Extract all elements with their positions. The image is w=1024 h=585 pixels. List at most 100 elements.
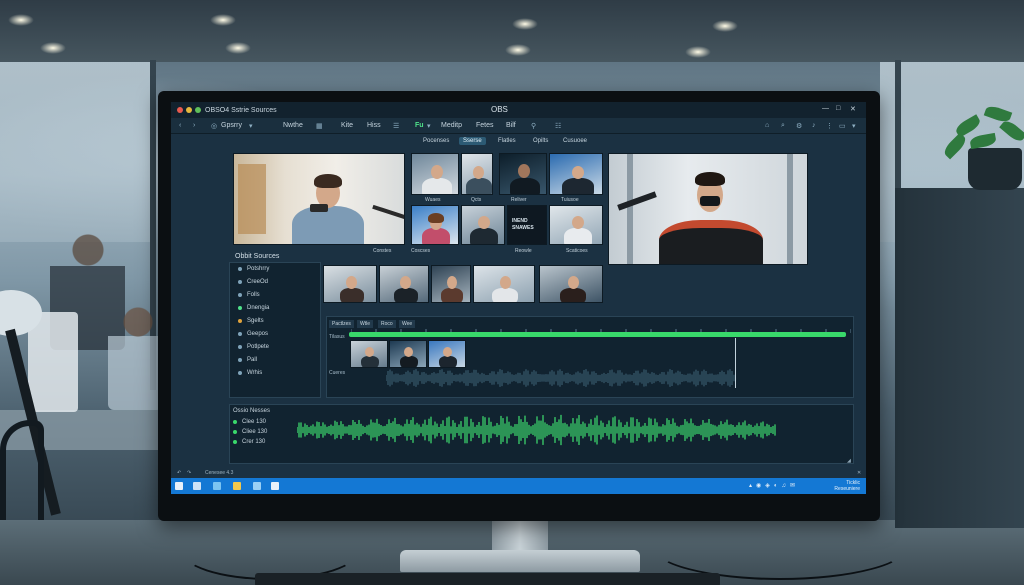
chevron-down-icon[interactable]: ▾ bbox=[427, 122, 431, 130]
source-item-label: Potlpete bbox=[247, 344, 270, 350]
panel-icon[interactable]: ▭ bbox=[839, 122, 846, 130]
channel-dot bbox=[233, 440, 237, 444]
person-torso bbox=[422, 178, 452, 194]
gear-icon[interactable]: ⚙ bbox=[796, 122, 802, 130]
clip-thumbnail[interactable] bbox=[389, 340, 427, 368]
scene-thumbnail[interactable] bbox=[549, 153, 603, 195]
settings-icon[interactable]: ☷ bbox=[555, 122, 561, 130]
ceiling-light bbox=[712, 20, 738, 32]
source-item[interactable]: Wrhis bbox=[238, 370, 262, 376]
person-head bbox=[404, 347, 413, 357]
thumbnail-caption: Tuiusoe bbox=[561, 197, 579, 203]
menu-item[interactable]: Bilf bbox=[506, 122, 516, 129]
source-thumbnail[interactable] bbox=[323, 265, 377, 303]
tray-clock[interactable]: Ticklic Reseuniere bbox=[834, 480, 860, 492]
ceiling-light bbox=[512, 18, 538, 30]
maximize-button[interactable]: □ bbox=[836, 105, 840, 112]
minimize-dot-icon[interactable] bbox=[186, 107, 192, 113]
channel-dot bbox=[233, 430, 237, 434]
maximize-dot-icon[interactable] bbox=[195, 107, 201, 113]
cabinet bbox=[895, 188, 1024, 528]
tab-scene[interactable]: Cusuoee bbox=[563, 138, 587, 144]
menu-item[interactable]: Nwthe bbox=[283, 122, 303, 129]
scene-thumbnail[interactable] bbox=[499, 153, 547, 195]
source-thumbnail[interactable] bbox=[431, 265, 471, 303]
scene-thumbnail[interactable] bbox=[549, 205, 603, 245]
wand-icon[interactable]: ⚲ bbox=[531, 122, 536, 130]
person-hair bbox=[428, 213, 444, 223]
chevron-down-icon[interactable]: ▾ bbox=[852, 122, 856, 130]
scene-thumbnail[interactable] bbox=[461, 153, 493, 195]
bell-icon[interactable]: ♪ bbox=[812, 122, 816, 129]
corner-arrow-icon[interactable]: ◢ bbox=[847, 458, 851, 464]
folder-icon[interactable] bbox=[233, 482, 241, 490]
source-item[interactable]: Dnengia bbox=[238, 305, 269, 311]
person-head bbox=[572, 216, 584, 229]
list-icon[interactable]: ☰ bbox=[393, 122, 399, 130]
source-item[interactable]: Geepos bbox=[238, 331, 268, 337]
source-type-icon bbox=[238, 267, 242, 271]
app-icon[interactable] bbox=[213, 482, 221, 490]
redo-icon[interactable]: ↷ bbox=[187, 470, 191, 476]
preview-main[interactable] bbox=[233, 153, 405, 245]
source-thumbnail[interactable] bbox=[379, 265, 429, 303]
undo-icon[interactable]: ↶ bbox=[177, 470, 181, 476]
audio-track-waveform[interactable] bbox=[386, 367, 736, 389]
menu-item-highlight[interactable]: Fu bbox=[415, 122, 424, 129]
source-item[interactable]: CreeOd bbox=[238, 279, 268, 285]
scene-thumbnail-text[interactable]: INEND SNAWES bbox=[507, 205, 547, 245]
menu-item[interactable]: Gpsrry bbox=[221, 122, 242, 129]
scene-thumbnail[interactable] bbox=[461, 205, 505, 245]
app-icon[interactable] bbox=[193, 482, 201, 490]
menu-item[interactable]: Hiss bbox=[367, 122, 381, 129]
chevron-down-icon[interactable]: ▾ bbox=[249, 122, 253, 130]
close-icon[interactable]: ✕ bbox=[857, 470, 861, 476]
search-icon[interactable]: ⌕ bbox=[781, 122, 785, 130]
audio-channel[interactable]: Clee 130 bbox=[233, 419, 266, 425]
menu-item[interactable]: Meditp bbox=[441, 122, 462, 129]
person-head bbox=[473, 166, 484, 179]
playhead[interactable] bbox=[735, 338, 736, 388]
close-button[interactable]: ✕ bbox=[850, 105, 856, 113]
audio-channel[interactable]: Crer 130 bbox=[233, 439, 265, 445]
app-icon[interactable] bbox=[253, 482, 261, 490]
app-icon[interactable] bbox=[271, 482, 279, 490]
scene-thumbnail[interactable] bbox=[411, 205, 459, 245]
audio-channel[interactable]: Cliee 130 bbox=[233, 429, 267, 435]
menu-item[interactable]: Kite bbox=[341, 122, 353, 129]
clip-thumbnail[interactable] bbox=[350, 340, 388, 368]
video-track-bar[interactable] bbox=[349, 332, 846, 337]
clip-thumbnail[interactable] bbox=[428, 340, 466, 368]
scene-thumbnail[interactable] bbox=[411, 153, 459, 195]
source-item[interactable]: Folls bbox=[238, 292, 260, 298]
preview-program[interactable] bbox=[608, 153, 808, 265]
tray-line: Reseuniere bbox=[834, 486, 860, 492]
grid-icon[interactable]: ▦ bbox=[316, 122, 323, 130]
tab-scene[interactable]: Opilts bbox=[533, 138, 548, 144]
audio-channel-label: Cliee 130 bbox=[242, 429, 268, 435]
ceiling-light bbox=[505, 44, 531, 56]
menu-item[interactable]: Fetes bbox=[476, 122, 494, 129]
source-item[interactable]: Potshrry bbox=[238, 266, 269, 272]
tab-scene[interactable]: Pocenses bbox=[423, 138, 449, 144]
person-torso bbox=[466, 178, 492, 194]
lock-icon[interactable]: ⌂ bbox=[765, 122, 769, 129]
more-icon[interactable]: ⋮ bbox=[826, 122, 833, 130]
forward-icon[interactable]: › bbox=[193, 122, 195, 129]
tab-scene-active[interactable]: Sserse bbox=[459, 137, 486, 145]
back-icon[interactable]: ‹ bbox=[179, 122, 181, 129]
source-thumbnail[interactable] bbox=[473, 265, 535, 303]
source-type-icon bbox=[238, 358, 242, 362]
source-item[interactable]: Sgelts bbox=[238, 318, 264, 324]
start-icon[interactable] bbox=[175, 482, 183, 490]
source-thumbnail[interactable] bbox=[539, 265, 603, 303]
source-item[interactable]: Pall bbox=[238, 357, 257, 363]
minimize-button[interactable]: — bbox=[822, 105, 829, 112]
tab-scene[interactable]: Flatles bbox=[498, 138, 516, 144]
record-icon[interactable]: ◎ bbox=[211, 122, 217, 130]
source-item[interactable]: Potlpete bbox=[238, 344, 269, 350]
close-dot-icon[interactable] bbox=[177, 107, 183, 113]
ceiling-light bbox=[8, 14, 34, 26]
tray-icons[interactable]: ▴◉◈◐♫✉ bbox=[749, 482, 799, 489]
person-head bbox=[572, 166, 584, 179]
